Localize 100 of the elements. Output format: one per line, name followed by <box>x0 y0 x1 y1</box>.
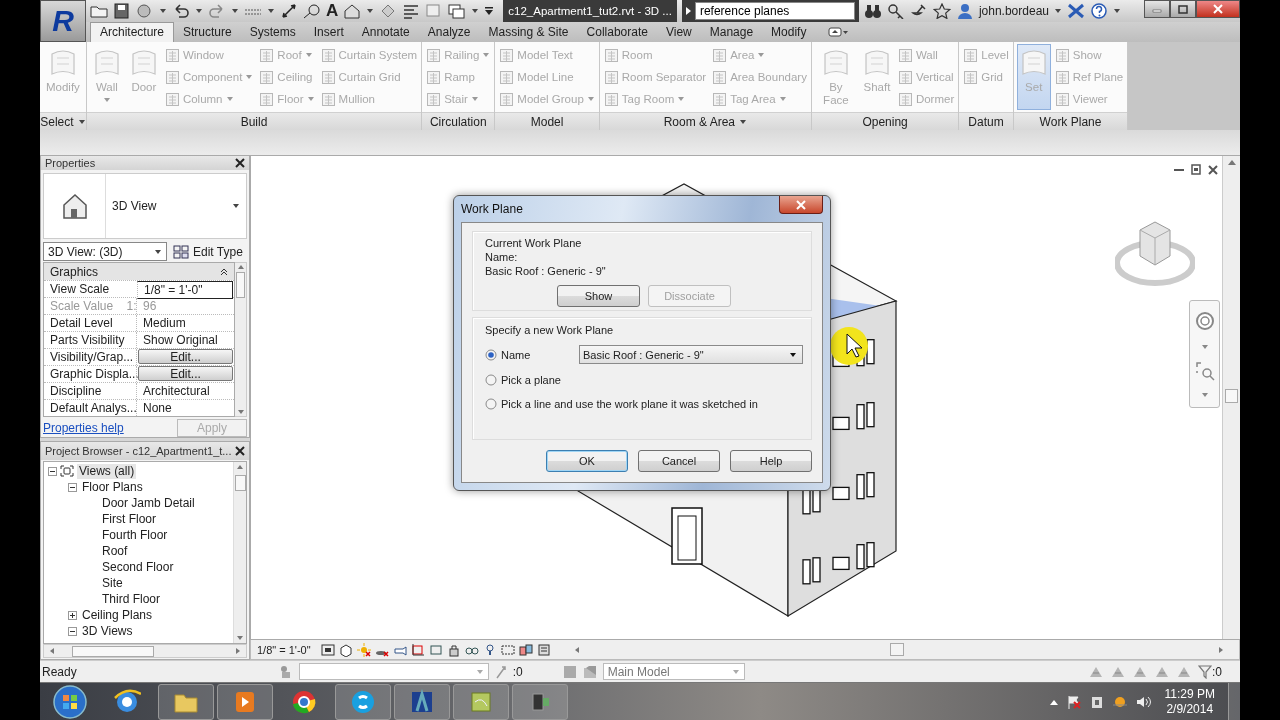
tree-item[interactable]: First Floor <box>100 511 158 527</box>
exchange-icon[interactable] <box>1067 3 1085 19</box>
ribbon-tab[interactable]: View <box>656 22 701 42</box>
design-option-dropdown[interactable]: Main Model <box>602 663 745 680</box>
user-icon[interactable] <box>955 3 974 19</box>
close-button[interactable] <box>235 158 245 168</box>
dialog-button[interactable]: Show <box>557 285 640 307</box>
ribbon-tab[interactable]: Annotate <box>352 22 419 42</box>
tree-item[interactable]: Door Jamb Detail <box>100 495 197 511</box>
close-button[interactable] <box>1196 0 1240 18</box>
dimension-icon[interactable] <box>280 3 298 19</box>
panel-label[interactable]: Work Plane <box>1013 112 1128 130</box>
ribbon-tab[interactable]: Architecture <box>90 22 175 42</box>
folder-icon[interactable] <box>90 3 108 19</box>
work-plane-dropdown[interactable]: Basic Roof : Generic - 9" <box>579 345 803 364</box>
panel-label[interactable]: Opening <box>811 112 959 130</box>
collapse-icon[interactable] <box>220 267 228 276</box>
radio-option[interactable]: Pick a line and use the work plane it was sketched in <box>485 398 758 410</box>
scroll-thumb[interactable] <box>890 643 904 656</box>
close-button[interactable] <box>1207 164 1219 176</box>
maximize-button[interactable] <box>1170 0 1196 18</box>
expand-icon[interactable] <box>683 6 692 16</box>
edit-button[interactable]: Edit... <box>138 349 233 364</box>
house-icon[interactable] <box>343 3 362 19</box>
panel-label[interactable]: Circulation <box>422 112 495 130</box>
restore-button[interactable] <box>1190 164 1202 176</box>
edit-button[interactable]: Edit... <box>138 366 233 381</box>
ribbon-tab[interactable]: Analyze <box>418 22 480 42</box>
expander-icon[interactable] <box>68 482 77 492</box>
scrollbar[interactable] <box>233 462 246 643</box>
application-button[interactable]: R <box>40 0 86 42</box>
panel-label[interactable]: Model <box>495 112 599 130</box>
scroll-thumb[interactable] <box>236 272 245 298</box>
stack-icon[interactable] <box>536 642 551 657</box>
scrollbar[interactable] <box>235 262 247 417</box>
edit-type-button[interactable]: Edit Type <box>173 244 243 259</box>
close-button[interactable] <box>779 196 823 214</box>
ribbon-tab[interactable]: Manage <box>700 22 763 42</box>
ribbon-tab[interactable]: Collaborate <box>577 22 657 42</box>
dialog-button[interactable]: OK <box>546 450 628 472</box>
scroll-thumb[interactable] <box>1225 389 1238 403</box>
zoom-icon[interactable] <box>1194 360 1215 381</box>
taskbar-app[interactable] <box>335 683 391 720</box>
tree-item[interactable]: Ceiling Plans <box>80 607 155 623</box>
panel-label[interactable]: Select <box>40 112 86 130</box>
save-icon[interactable] <box>113 3 131 19</box>
tree-item[interactable]: 3D Views <box>80 623 135 639</box>
ribbon-tab[interactable]: Structure <box>174 22 241 42</box>
up-arrow-icon[interactable] <box>1049 698 1058 705</box>
speaker-icon[interactable] <box>1135 694 1152 709</box>
panel-toggle-icon[interactable] <box>827 26 850 38</box>
tree-item[interactable]: Roof <box>100 543 130 559</box>
tree-item[interactable]: Site <box>100 575 125 591</box>
ribbon-tab[interactable]: Systems <box>240 22 305 42</box>
radio-option[interactable]: Pick a plane <box>485 374 561 386</box>
filter-icon[interactable] <box>1198 664 1212 679</box>
flag-icon[interactable] <box>1066 694 1081 709</box>
view-scale[interactable]: 1/8" = 1'-0" <box>257 643 311 656</box>
ribbon-tab[interactable]: Insert <box>304 22 353 42</box>
ribbon-tab[interactable]: Modify <box>762 22 816 42</box>
scroll-thumb[interactable] <box>234 475 246 491</box>
tree-item[interactable]: Second Floor <box>100 559 176 575</box>
ribbon-tab[interactable]: Massing & Site <box>479 22 578 42</box>
lines-icon[interactable] <box>402 3 421 19</box>
type-selector[interactable]: 3D View <box>43 173 247 239</box>
windows-icon[interactable] <box>448 3 467 19</box>
key-icon[interactable] <box>886 3 905 19</box>
scrollbar[interactable] <box>1222 156 1240 639</box>
undo-icon[interactable] <box>172 3 190 19</box>
frame-icon[interactable] <box>320 642 335 657</box>
group-icon[interactable] <box>518 642 533 657</box>
tree-item[interactable]: Third Floor <box>100 591 162 607</box>
search-field[interactable]: reference planes <box>694 2 855 20</box>
help-icon[interactable] <box>1090 3 1108 19</box>
taskbar-app[interactable] <box>158 683 214 720</box>
panel-label[interactable]: Room & Area <box>599 112 811 130</box>
cube-icon[interactable] <box>338 642 353 657</box>
horizontal-scrollbar[interactable] <box>43 644 247 658</box>
panel-label[interactable]: Build <box>86 112 422 130</box>
tree-item[interactable]: Floor Plans <box>80 479 145 495</box>
property-value-field[interactable]: 1/8" = 1'-0" <box>137 281 233 299</box>
expander-icon[interactable] <box>68 626 77 636</box>
panel-label[interactable]: Datum <box>959 112 1013 130</box>
radio-option[interactable]: Name <box>485 348 531 361</box>
lock-icon[interactable] <box>446 642 461 657</box>
minimize-button[interactable] <box>1144 0 1170 18</box>
dialog-button[interactable]: Help <box>730 450 812 472</box>
binoculars-icon[interactable] <box>863 3 882 19</box>
redo-icon[interactable] <box>208 3 226 19</box>
crop-icon[interactable] <box>410 642 425 657</box>
close-button[interactable] <box>235 446 245 456</box>
instance-dropdown[interactable]: 3D View: (3D) <box>43 242 167 261</box>
help-link[interactable]: Properties help <box>43 421 124 435</box>
expander-icon[interactable] <box>48 466 57 476</box>
star-icon[interactable] <box>932 3 951 19</box>
tree-item[interactable]: Views (all) <box>77 463 137 479</box>
tree-item[interactable]: Fourth Floor <box>100 527 170 543</box>
steering-wheel-icon[interactable] <box>1194 310 1215 333</box>
customize-icon[interactable] <box>484 6 495 16</box>
taskbar-app[interactable] <box>512 683 568 720</box>
